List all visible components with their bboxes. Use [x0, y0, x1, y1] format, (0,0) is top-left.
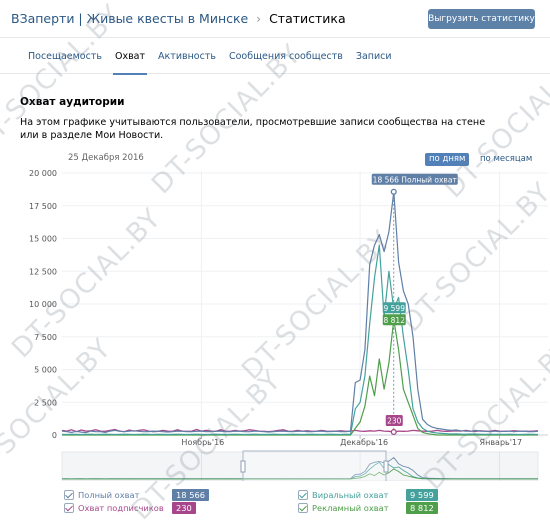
- y-tick-label: 5 000: [34, 366, 57, 375]
- y-tick-label: 15 000: [29, 235, 57, 244]
- y-tick-label: 17 500: [29, 202, 57, 211]
- navigator-window[interactable]: [242, 450, 387, 481]
- legend-label: Рекламный охват: [312, 502, 389, 513]
- tab-attendance[interactable]: Посещаемость: [28, 38, 102, 74]
- stats-tabs: Посещаемость Охват Активность Сообщения …: [0, 38, 550, 75]
- y-tick-label: 7 500: [34, 333, 57, 342]
- legend-item-viral-reach: Виральный охват 9 599: [298, 488, 438, 501]
- ads-point-label: 8 812: [384, 316, 406, 325]
- data-point: [390, 188, 397, 195]
- legend-value-badge: 18 566: [172, 488, 210, 501]
- page-header: ВЗаперти | Живые квесты в Минске › Стати…: [0, 0, 550, 38]
- subscribers-point-label: 230: [387, 416, 402, 425]
- data-point: [390, 428, 397, 436]
- legend-item-full-reach: Полный охват 18 566: [64, 488, 210, 501]
- tab-community-messages[interactable]: Сообщения сообществ: [229, 38, 343, 74]
- breadcrumb: ВЗаперти | Живые квесты в Минске › Стати…: [11, 11, 346, 26]
- navigator-left-handle[interactable]: [240, 460, 246, 473]
- y-tick-label: 0: [52, 431, 57, 440]
- legend-value-badge: 230: [172, 501, 196, 514]
- y-tick-label: 12 500: [29, 267, 57, 276]
- full-reach-checkbox[interactable]: [64, 489, 74, 500]
- legend-label: Полный охват: [78, 489, 140, 500]
- chart-date: 25 Декабря 2016: [68, 153, 144, 163]
- subscribers-reach-checkbox[interactable]: [64, 502, 74, 513]
- tab-activity[interactable]: Активность: [158, 38, 216, 74]
- reach-chart: 0 2 500 5 000 7 500 10 000 12 500 15 000 17 500…: [29, 169, 548, 481]
- section-title: Охват аудитории: [20, 96, 125, 108]
- viral-point-label: 9 599: [384, 304, 406, 313]
- legend-item-subscribers-reach: Охват подписчиков 230: [64, 501, 196, 514]
- breadcrumb-group-link[interactable]: ВЗаперти | Живые квесты в Минске: [11, 11, 248, 26]
- series-line: [61, 244, 539, 436]
- legend-label: Виральный охват: [312, 489, 389, 500]
- page-title: Статистика: [269, 11, 346, 26]
- full-reach-tooltip: 18 566 Полный охват: [373, 175, 458, 184]
- viral-reach-checkbox[interactable]: [298, 489, 308, 500]
- x-tick-label: Ноябрь'16: [181, 438, 224, 447]
- tab-reach[interactable]: Охват: [112, 38, 148, 75]
- y-tick-label: 10 000: [29, 300, 57, 309]
- series-line: [61, 191, 539, 434]
- x-tick-label: Январь'17: [480, 438, 523, 447]
- legend-value-badge: 8 812: [406, 501, 438, 514]
- chart-legend: Полный охват 18 566 Охват подписчиков 23…: [0, 484, 550, 527]
- y-tick-label: 2 500: [34, 398, 57, 407]
- y-tick-label: 20 000: [29, 169, 57, 178]
- export-stats-button[interactable]: Выгрузить статистику: [428, 9, 535, 29]
- x-tick-label: Декабрь'16: [340, 438, 388, 447]
- section-description: На этом графике учитываются пользователи…: [20, 117, 486, 141]
- legend-label: Охват подписчиков: [78, 502, 164, 513]
- navigator-right-handle[interactable]: [383, 460, 389, 473]
- ad-reach-checkbox[interactable]: [298, 502, 308, 513]
- legend-value-badge: 9 599: [406, 488, 438, 501]
- legend-item-ad-reach: Рекламный охват 8 812: [298, 501, 438, 514]
- breadcrumb-separator-icon: ›: [256, 11, 262, 26]
- tab-posts[interactable]: Записи: [356, 38, 392, 74]
